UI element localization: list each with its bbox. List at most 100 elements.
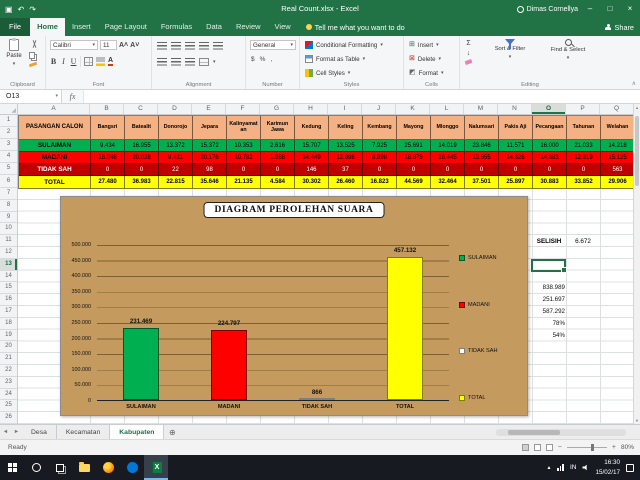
copy-icon[interactable] (29, 52, 35, 59)
scroll-up-icon[interactable]: ▲ (634, 105, 640, 110)
language-indicator[interactable]: IN (570, 464, 577, 471)
horizontal-scrollbar-thumb[interactable] (508, 430, 560, 435)
side-number-cell[interactable]: 251.697 (524, 294, 566, 306)
table-cell[interactable]: 22 (159, 164, 193, 176)
row-header-22[interactable]: 22 (0, 365, 17, 377)
table-cell[interactable]: 35.646 (193, 176, 227, 189)
restore-button[interactable]: □ (600, 0, 620, 18)
side-number-cell[interactable]: 587.292 (524, 306, 566, 318)
tray-expand-icon[interactable]: ▲ (547, 465, 552, 471)
table-cell[interactable]: 16.955 (125, 140, 159, 152)
table-cell[interactable]: 0 (363, 164, 397, 176)
table-cell[interactable]: 21.135 (227, 176, 261, 189)
table-cell[interactable]: 11.571 (499, 140, 533, 152)
table-cell[interactable]: 29.906 (601, 176, 635, 189)
table-cell[interactable]: 16.823 (363, 176, 397, 189)
table-cell[interactable]: 25.897 (499, 176, 533, 189)
column-header-K[interactable]: K (396, 104, 430, 114)
table-cell[interactable]: 15.707 (295, 140, 329, 152)
close-button[interactable]: × (620, 0, 640, 18)
align-center-icon[interactable] (171, 58, 181, 66)
district-header[interactable]: Donorojo (159, 116, 193, 140)
align-middle-icon[interactable] (171, 42, 181, 50)
district-header[interactable]: Bangsri (91, 116, 125, 140)
column-header-C[interactable]: C (124, 104, 158, 114)
column-header-F[interactable]: F (226, 104, 260, 114)
table-cell[interactable]: 146 (295, 164, 329, 176)
table-cell[interactable]: 8.898 (363, 152, 397, 164)
horizontal-scrollbar[interactable] (496, 429, 626, 436)
row-header-4[interactable]: 4 (0, 151, 17, 163)
table-cell[interactable]: 13.372 (159, 140, 193, 152)
format-painter-icon[interactable] (28, 61, 38, 68)
align-top-icon[interactable] (157, 42, 167, 50)
column-header-J[interactable]: J (362, 104, 396, 114)
table-cell[interactable]: 15.125 (601, 152, 635, 164)
row-header-17[interactable]: 17 (0, 306, 17, 318)
side-percent-cell[interactable]: 78% (532, 318, 566, 330)
district-header[interactable]: Welahan (601, 116, 635, 140)
file-explorer-button[interactable] (72, 455, 96, 480)
district-header[interactable]: Batealit (125, 116, 159, 140)
row-label[interactable]: MADANI (19, 152, 91, 164)
clear-icon[interactable] (464, 58, 473, 66)
table-cell[interactable]: 25.691 (397, 140, 431, 152)
table-cell[interactable]: 32.464 (431, 176, 465, 189)
district-header[interactable]: Nalumsari (465, 116, 499, 140)
table-cell[interactable]: 13.525 (329, 140, 363, 152)
sort-filter-button[interactable]: Sort & Filter ▾ (482, 39, 538, 60)
underline-button[interactable]: U (70, 57, 77, 66)
vertical-scrollbar[interactable]: ▲ ▼ (633, 104, 640, 424)
align-left-icon[interactable] (157, 58, 167, 66)
tab-review[interactable]: Review (229, 18, 268, 36)
table-cell[interactable]: 0 (227, 164, 261, 176)
row-label[interactable]: TOTAL (19, 176, 91, 189)
table-cell[interactable]: 36.983 (125, 176, 159, 189)
row-header-25[interactable]: 25 (0, 400, 17, 413)
column-header-M[interactable]: M (464, 104, 498, 114)
row-header-12[interactable]: 12 (0, 247, 17, 259)
borders-icon[interactable] (84, 57, 93, 66)
table-cell[interactable]: 14.326 (499, 152, 533, 164)
selisih-label-cell[interactable]: SELISIH (532, 235, 566, 247)
fill-color-icon[interactable] (96, 57, 105, 66)
find-select-button[interactable]: Find & Select ▾ (540, 39, 596, 61)
name-box[interactable]: O13 ▾ (0, 90, 62, 103)
zoom-level[interactable]: 80% (621, 444, 634, 451)
autosum-icon[interactable]: Σ (466, 40, 470, 47)
merge-center-icon[interactable] (199, 58, 209, 66)
font-color-icon[interactable]: A (108, 57, 114, 66)
district-header[interactable]: Pakis Aji (499, 116, 533, 140)
bar-tidak-sah[interactable] (299, 398, 335, 400)
row-header-10[interactable]: 10 (0, 223, 17, 236)
row-header-21[interactable]: 21 (0, 353, 17, 365)
clock[interactable]: 16:30 15/02/17 (595, 458, 620, 476)
row-header-5[interactable]: 5 (0, 163, 17, 175)
row-header-1[interactable]: 1 (0, 115, 17, 127)
row-header-3[interactable]: 3 (0, 139, 17, 151)
district-header[interactable]: Kedung (295, 116, 329, 140)
cortana-search-button[interactable] (24, 455, 48, 480)
table-cell[interactable]: 26.460 (329, 176, 363, 189)
column-header-D[interactable]: D (158, 104, 192, 114)
bold-button[interactable]: B (50, 57, 57, 66)
row-header-13[interactable]: 13 (0, 258, 17, 271)
table-cell[interactable]: 37.501 (465, 176, 499, 189)
table-cell[interactable]: 18.046 (91, 152, 125, 164)
table-cell[interactable]: 20.028 (125, 152, 159, 164)
row-header-8[interactable]: 8 (0, 200, 17, 212)
sheet-nav-right-icon[interactable]: ► (11, 425, 22, 439)
align-right-icon[interactable] (185, 58, 195, 66)
row-header-2[interactable]: 2 (0, 127, 17, 139)
table-cell[interactable]: 98 (193, 164, 227, 176)
row-header-16[interactable]: 16 (0, 294, 17, 306)
excel-taskbar-button[interactable]: X (144, 455, 168, 480)
share-button[interactable]: Share (605, 18, 634, 36)
tab-home[interactable]: Home (30, 18, 65, 36)
speaker-icon[interactable] (582, 464, 587, 471)
table-cell[interactable]: 0 (261, 164, 295, 176)
percent-style-icon[interactable]: % (260, 56, 266, 63)
table-cell[interactable]: 44.569 (397, 176, 431, 189)
table-cell[interactable]: 13.655 (465, 152, 499, 164)
tell-me-box[interactable]: Tell me what you want to do (305, 18, 405, 36)
